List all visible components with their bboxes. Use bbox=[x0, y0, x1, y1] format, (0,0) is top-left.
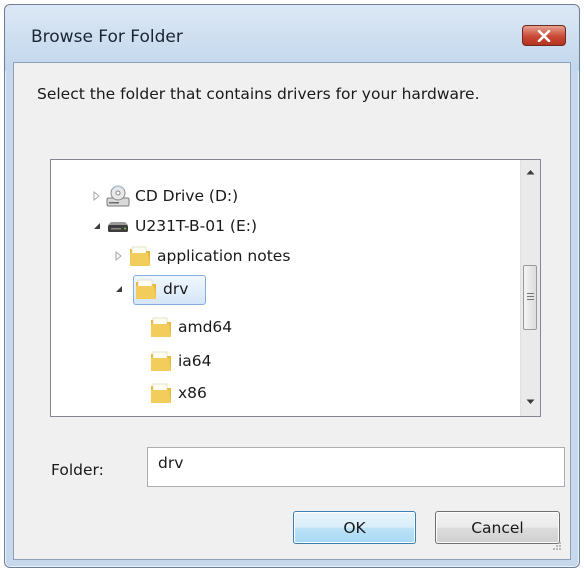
tree-item-label: ia64 bbox=[178, 352, 212, 370]
folder-icon bbox=[151, 383, 171, 403]
vertical-scrollbar[interactable] bbox=[520, 160, 540, 416]
cancel-button[interactable]: Cancel bbox=[435, 511, 560, 544]
folder-icon bbox=[130, 246, 150, 266]
grip-line bbox=[527, 299, 534, 300]
tree-item-label: application notes bbox=[157, 247, 291, 265]
tree-item-x86[interactable]: x86 bbox=[148, 378, 211, 408]
scroll-up-button[interactable] bbox=[521, 162, 540, 182]
scroll-thumb[interactable] bbox=[523, 265, 537, 330]
collapse-arrow-icon[interactable] bbox=[113, 283, 125, 295]
tree-item-label: x86 bbox=[178, 384, 207, 402]
drive-icon bbox=[108, 222, 128, 232]
folder-icon bbox=[136, 279, 156, 299]
scroll-down-icon bbox=[526, 399, 535, 404]
expand-arrow-icon[interactable] bbox=[113, 250, 125, 262]
tree-item-cd-drive[interactable]: CD Drive (D:) bbox=[91, 181, 242, 211]
folder-tree[interactable]: CD Drive (D:) U231T-B-01 (E:) applicatio… bbox=[50, 159, 541, 417]
instructions-text: Select the folder that contains drivers … bbox=[37, 85, 480, 103]
tree-item-amd64[interactable]: amd64 bbox=[148, 312, 236, 342]
scroll-up-icon bbox=[526, 170, 535, 175]
expand-arrow-icon[interactable] bbox=[91, 190, 103, 202]
tree-item-drv[interactable]: drv bbox=[113, 274, 192, 304]
tree-item-label: U231T-B-01 (E:) bbox=[135, 217, 258, 235]
tree-viewport: CD Drive (D:) U231T-B-01 (E:) applicatio… bbox=[51, 160, 522, 416]
scroll-down-button[interactable] bbox=[521, 392, 540, 412]
collapse-arrow-icon[interactable] bbox=[91, 220, 103, 232]
dialog-window: Browse For Folder Select the folder that… bbox=[4, 4, 580, 568]
folder-icon bbox=[151, 317, 171, 337]
grip-line bbox=[527, 293, 534, 294]
folder-input[interactable] bbox=[147, 447, 565, 487]
close-icon bbox=[537, 29, 551, 42]
folder-icon bbox=[151, 351, 171, 371]
tree-item-label: amd64 bbox=[178, 318, 233, 336]
tree-item-label: CD Drive (D:) bbox=[135, 187, 239, 205]
tree-item-label: drv bbox=[163, 280, 189, 298]
tree-item-drive-e[interactable]: U231T-B-01 (E:) bbox=[91, 211, 261, 241]
grip-line bbox=[527, 296, 534, 297]
dialog-title: Browse For Folder bbox=[31, 27, 183, 47]
folder-field-label: Folder: bbox=[51, 461, 104, 479]
cd-drive-icon bbox=[106, 185, 130, 207]
ok-button[interactable]: OK bbox=[293, 511, 416, 544]
tree-item-ia64[interactable]: ia64 bbox=[148, 346, 216, 376]
resize-grip-icon[interactable] bbox=[552, 541, 562, 551]
tree-item-application-notes[interactable]: application notes bbox=[113, 241, 294, 271]
close-button[interactable] bbox=[522, 25, 566, 46]
dialog-body: Select the folder that contains drivers … bbox=[13, 62, 571, 560]
